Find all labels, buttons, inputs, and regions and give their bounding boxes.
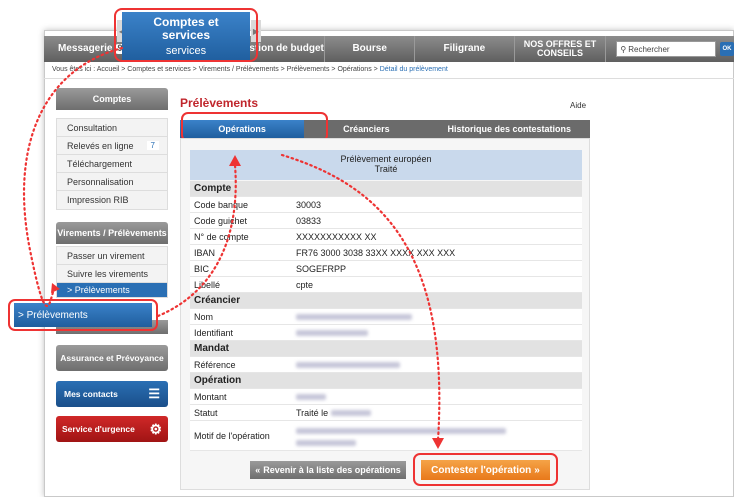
tab-callout-outline: [114, 8, 258, 62]
releves-count-badge: 7: [146, 141, 159, 150]
mes-contacts-button[interactable]: Mes contacts ☰: [56, 381, 168, 407]
search-input[interactable]: ⚲ Rechercher: [616, 41, 717, 57]
list-icon: ☰: [148, 386, 160, 402]
section-compte: Compte: [190, 181, 582, 197]
row-label: N° de compte: [194, 231, 249, 242]
sidebar-item-impression-rib[interactable]: Impression RIB: [57, 191, 167, 209]
row-label: Nom: [194, 311, 214, 322]
service-urgence-button[interactable]: Service d'urgence ⚙: [56, 416, 168, 442]
detail-status: Traité: [374, 164, 398, 175]
nav-messagerie-label: Messagerie: [58, 42, 113, 54]
sidebar-item-consultation[interactable]: Consultation: [57, 119, 167, 137]
row-label: Code banque: [194, 199, 249, 210]
table-row: Code guichet 03833: [190, 213, 582, 229]
sidebar-item-label: Suivre les virements: [67, 268, 149, 279]
nav-bourse[interactable]: Bourse: [325, 36, 416, 62]
nav-offres-conseils[interactable]: NOS OFFRES ET CONSEILS: [515, 36, 607, 62]
row-label: Libellé: [194, 279, 221, 290]
sidebar-item-label: Personnalisation: [67, 176, 134, 187]
tab-historique-contestations[interactable]: Historique des contestations: [429, 120, 591, 138]
search-icon: ⚲: [620, 44, 627, 54]
sidebar-virements-list: Passer un virement Suivre les virements …: [56, 246, 168, 298]
sidebar-item-label: Impression RIB: [67, 195, 129, 205]
sidebar-item-releves[interactable]: Relevés en ligne 7: [57, 137, 167, 155]
prelevements-callout-outline: [8, 299, 158, 331]
sidebar-item-label: Relevés en ligne: [67, 140, 134, 151]
search-placeholder: Rechercher: [628, 44, 670, 54]
row-value: 03833: [296, 215, 322, 226]
sidebar-virements-header[interactable]: Virements / Prélèvements: [56, 222, 168, 244]
sidebar-comptes-list: Consultation Relevés en ligne 7 Télécharg…: [56, 118, 168, 210]
sidebar-item-passer-virement[interactable]: Passer un virement: [57, 247, 167, 265]
redacted-value: [296, 328, 582, 338]
redacted-value: [296, 312, 582, 322]
sidebar-item-label: > Prélèvements: [67, 285, 130, 295]
statut-text: Traité le: [296, 407, 329, 418]
sidebar-item-suivre-virements[interactable]: Suivre les virements: [57, 265, 167, 283]
row-label: IBAN: [194, 247, 216, 258]
row-label: Identifiant: [194, 327, 234, 338]
table-row: N° de compte XXXXXXXXXXX XX: [190, 229, 582, 245]
row-label: Code guichet: [194, 215, 248, 226]
row-value: FR76 3000 3038 33XX XXXX XXX XXX: [296, 247, 456, 258]
gear-icon: ⚙: [149, 420, 162, 437]
contest-callout-outline: [413, 453, 558, 486]
table-row: Motif de l'opération: [190, 421, 582, 451]
table-row: Libellé cpte: [190, 277, 582, 293]
back-to-operations-button[interactable]: « Revenir à la liste des opérations: [250, 461, 406, 479]
row-label: Statut: [194, 407, 218, 418]
table-row: IBAN FR76 3000 3038 33XX XXXX XXX XXX: [190, 245, 582, 261]
table-row: Statut Traité le: [190, 405, 582, 421]
mes-contacts-label: Mes contacts: [64, 388, 118, 399]
redacted-value: [296, 392, 582, 402]
sidebar-item-label: Consultation: [67, 122, 118, 133]
redacted-value: [296, 425, 582, 446]
service-urgence-label: Service d'urgence: [62, 423, 135, 434]
breadcrumb: Vous êtes ici : Accueil > Comptes et ser…: [52, 66, 448, 73]
row-value: SOGEFRPP: [296, 263, 347, 274]
detail-title: Prélèvement européen: [340, 154, 432, 164]
table-row: BIC SOGEFRPP: [190, 261, 582, 277]
divider: [44, 78, 734, 79]
redacted-value: [296, 360, 582, 370]
page-title: Prélèvements: [180, 96, 259, 110]
row-value: 30003: [296, 199, 322, 210]
nav-filigrane[interactable]: Filigrane: [415, 36, 515, 62]
row-label: BIC: [194, 263, 210, 274]
breadcrumb-path[interactable]: Accueil > Comptes et services > Virement…: [97, 66, 380, 73]
breadcrumb-prefix: Vous êtes ici :: [52, 66, 96, 73]
row-label: Référence: [194, 359, 236, 370]
section-creancier: Créancier: [190, 293, 582, 309]
section-mandat: Mandat: [190, 341, 582, 357]
table-row: Code banque 30003: [190, 197, 582, 213]
sidebar-item-label: Passer un virement: [67, 250, 145, 261]
row-value: cpte: [296, 279, 314, 290]
search-ok-button[interactable]: OK: [720, 42, 734, 56]
sidebar-item-prelevements[interactable]: > Prélèvements: [57, 283, 167, 297]
section-operation: Opération: [190, 373, 582, 389]
sidebar-comptes-header[interactable]: Comptes: [56, 88, 168, 110]
sidebar-item-telechargement[interactable]: Téléchargement: [57, 155, 167, 173]
row-value: Traité le: [296, 408, 582, 418]
detail-table: Compte Code banque 30003 Code guichet 0383…: [190, 181, 582, 451]
detail-header: Prélèvement européen Traité: [190, 150, 582, 180]
back-button-label: Revenir à la liste des opérations: [263, 465, 401, 475]
sidebar-item-label: Téléchargement: [67, 158, 133, 169]
table-row: Nom: [190, 309, 582, 325]
breadcrumb-current: Détail du prélèvement: [379, 66, 448, 73]
table-row: Identifiant: [190, 325, 582, 341]
row-label: Motif de l'opération: [194, 430, 270, 441]
table-row: Montant: [190, 389, 582, 405]
aide-link[interactable]: Aide: [570, 101, 586, 110]
sidebar-item-personnalisation[interactable]: Personnalisation: [57, 173, 167, 191]
assurance-prevoyance-button[interactable]: Assurance et Prévoyance: [56, 345, 168, 371]
row-label: Montant: [194, 391, 227, 402]
table-row: Référence: [190, 357, 582, 373]
double-chevron-left-icon: «: [255, 465, 261, 475]
row-value: XXXXXXXXXXX XX: [296, 231, 377, 242]
